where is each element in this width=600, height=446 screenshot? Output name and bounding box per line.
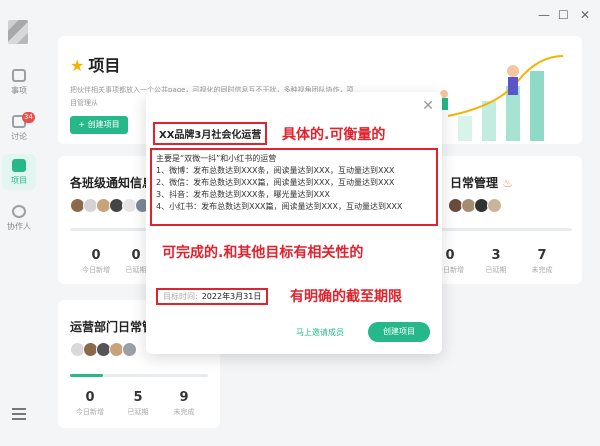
menu-icon[interactable] xyxy=(12,408,26,423)
progress-bar xyxy=(70,228,158,231)
progress-bar xyxy=(70,374,208,377)
stat-unfinished: 9 未完成 xyxy=(173,390,195,416)
star-icon: ★ xyxy=(70,56,85,75)
member-avatars xyxy=(448,198,502,213)
sidebar-item-projects[interactable]: 项目 xyxy=(2,154,36,190)
avatar xyxy=(487,198,502,213)
unread-badge: 34 xyxy=(22,112,35,123)
sidebar-item-collaborators[interactable]: 协作人 xyxy=(2,200,36,236)
member-avatars xyxy=(70,198,150,213)
folder-icon xyxy=(12,158,26,172)
user-avatar[interactable] xyxy=(8,20,28,44)
annotation-achievable: 可完成的.和其他目标有相关性的 xyxy=(162,245,364,261)
growth-illustration xyxy=(440,55,564,141)
flame-icon: ♨ xyxy=(502,176,513,190)
project-title-field[interactable]: XX品牌3月社会化运营 xyxy=(153,122,268,145)
project-description-field[interactable]: 主要是“双微一抖”和小红书的运营 1、微博：发布总数达到XXX条，阅读量达到XX… xyxy=(150,148,438,226)
sidebar-item-tasks[interactable]: 事项 xyxy=(2,64,36,100)
stat-new: 0 今日新增 xyxy=(76,390,104,416)
avatar xyxy=(122,342,137,357)
create-project-banner-button[interactable]: + 创建项目 xyxy=(70,116,128,134)
page-title: ★ 项目 xyxy=(70,56,121,75)
close-icon[interactable]: ✕ xyxy=(422,98,434,114)
stat-unfinished: 7 未完成 xyxy=(531,248,553,274)
annotation-deadline: 有明确的截至期限 xyxy=(290,289,402,305)
stat-overdue: 5 已延期 xyxy=(127,390,149,416)
person-icon xyxy=(12,204,26,218)
sidebar-item-discussion[interactable]: 讨论 34 xyxy=(2,110,36,146)
annotation-specific: 具体的.可衡量的 xyxy=(282,127,386,143)
progress-bar xyxy=(442,228,572,231)
project-card-daily-management[interactable]: 日常管理 ♨ 0 今日新增 3 已延期 7 未完成 xyxy=(430,156,582,284)
member-avatars xyxy=(70,342,137,357)
project-card-class-notice[interactable]: 各班级通知信息 0 今日新增 0 已延期 xyxy=(58,156,158,284)
stat-new: 0 今日新增 xyxy=(82,248,110,274)
stat-overdue: 3 已延期 xyxy=(485,248,507,274)
create-project-button[interactable]: 创建项目 xyxy=(368,322,430,342)
sidebar: 事项 讨论 34 项目 协作人 xyxy=(0,0,38,446)
invite-members-link[interactable]: 马上邀请成员 xyxy=(296,327,344,338)
minimize-button[interactable]: — xyxy=(538,8,550,22)
close-window-button[interactable]: ✕ xyxy=(580,8,590,22)
calendar-icon xyxy=(12,68,26,82)
maximize-button[interactable]: ☐ xyxy=(558,8,569,22)
target-date-field[interactable]: 目标时间: 2022年3月31日 xyxy=(156,288,269,305)
